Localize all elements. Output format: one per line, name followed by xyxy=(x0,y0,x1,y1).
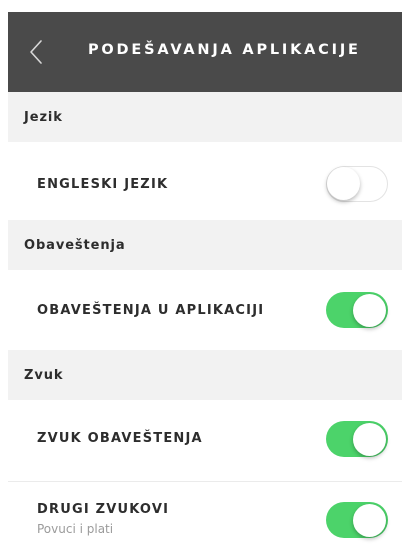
app-settings-screen: PODEŠAVANJA APLIKACIJE Jezik ENGLESKI JE… xyxy=(0,0,402,554)
section-header-sound: Zvuk xyxy=(8,350,402,400)
chevron-left-icon xyxy=(30,40,42,64)
toggle-knob xyxy=(327,167,360,200)
setting-sublabel: Povuci i plati xyxy=(37,522,114,536)
header-bar: PODEŠAVANJA APLIKACIJE xyxy=(8,12,402,92)
setting-label: ENGLESKI JEZIK xyxy=(37,177,169,192)
section-header-notifications: Obaveštenja xyxy=(8,220,402,270)
notification-sound-toggle[interactable] xyxy=(326,421,388,457)
other-sounds-toggle[interactable] xyxy=(326,502,388,538)
setting-row-english-language: ENGLESKI JEZIK xyxy=(8,142,402,230)
setting-row-other-sounds: DRUGI ZVUKOVI Povuci i plati xyxy=(8,482,402,554)
toggle-knob xyxy=(353,422,386,456)
setting-label: ZVUK OBAVEŠTENJA xyxy=(37,431,203,446)
page-title: PODEŠAVANJA APLIKACIJE xyxy=(88,42,361,58)
setting-row-notification-sound: ZVUK OBAVEŠTENJA xyxy=(8,400,402,482)
setting-label: DRUGI ZVUKOVI xyxy=(37,502,170,517)
setting-row-in-app-notifications: OBAVEŠTENJA U APLIKACIJI xyxy=(8,270,402,352)
back-button[interactable] xyxy=(26,38,46,66)
english-language-toggle[interactable] xyxy=(326,166,388,202)
toggle-knob xyxy=(353,503,386,537)
in-app-notifications-toggle[interactable] xyxy=(326,292,388,328)
section-header-language: Jezik xyxy=(8,92,402,142)
setting-label: OBAVEŠTENJA U APLIKACIJI xyxy=(37,303,265,318)
toggle-knob xyxy=(353,293,386,327)
